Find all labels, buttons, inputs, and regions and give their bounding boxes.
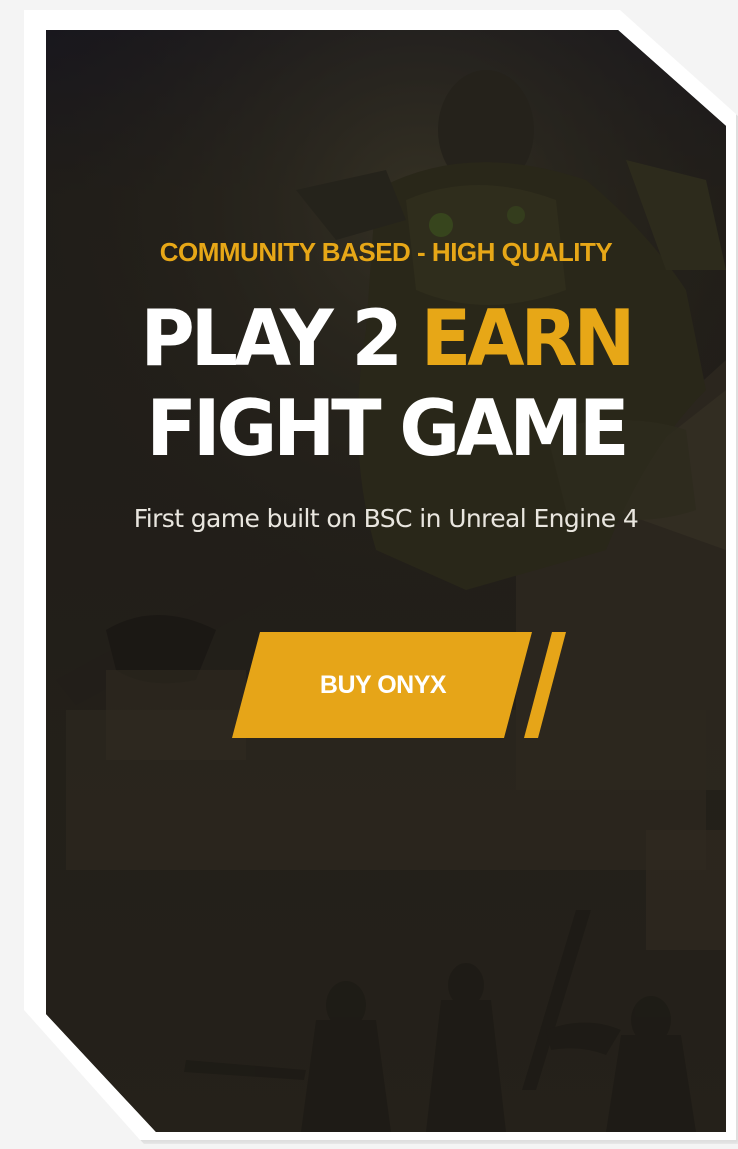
buy-onyx-button[interactable]: BUY ONYX xyxy=(232,632,532,738)
hero-subtitle: First game built on BSC in Unreal Engine… xyxy=(133,504,639,533)
headline-accent-text: EARN xyxy=(420,293,636,385)
hero-headline-line2: FIGHT GAME xyxy=(146,383,629,475)
hero-content: COMMUNITY BASED - HIGH QUALITY PLAY 2 EA… xyxy=(46,30,726,1132)
cta-accent-stripe xyxy=(524,632,566,738)
hero-card: COMMUNITY BASED - HIGH QUALITY PLAY 2 EA… xyxy=(46,30,726,1132)
headline-white-text: PLAY 2 xyxy=(140,293,421,385)
page: COMMUNITY BASED - HIGH QUALITY PLAY 2 EA… xyxy=(0,0,738,1149)
hero-headline-line1: PLAY 2 EARN xyxy=(46,300,726,378)
hero-tagline: COMMUNITY BASED - HIGH QUALITY xyxy=(159,237,613,267)
buy-onyx-button-label: BUY ONYX xyxy=(319,670,447,699)
cta-group: BUY ONYX xyxy=(232,632,566,738)
